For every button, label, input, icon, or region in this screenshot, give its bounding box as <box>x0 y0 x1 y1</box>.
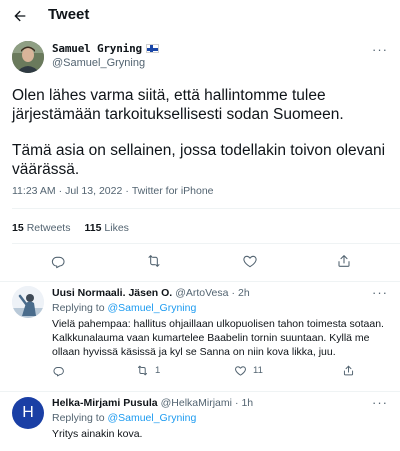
reply-text: Yritys ainakin kova. <box>52 428 143 440</box>
more-options-icon[interactable]: ··· <box>372 395 388 410</box>
reply-item[interactable]: Uusi Normaali. Jäsen O. @ArtoVesa · 2h ··· … <box>0 281 400 391</box>
retweet-button[interactable]: 1 <box>136 364 160 377</box>
reply-time[interactable]: 1h <box>241 397 253 409</box>
retweet-icon <box>137 365 148 376</box>
reply-author-name[interactable]: Helka-Mirjami Pusula <box>52 397 158 409</box>
share-icon[interactable] <box>334 251 354 271</box>
replying-to: Replying to @Samuel_Gryning <box>52 302 197 314</box>
like-icon <box>235 366 246 376</box>
finland-flag-icon <box>145 44 159 53</box>
tweet-meta: 11:23 AM · Jul 13, 2022 · Twitter for iPhone <box>12 185 214 197</box>
author-name[interactable]: Samuel Gryning <box>52 42 142 55</box>
reply-header: Helka-Mirjami Pusula @HelkaMirjami · 1h <box>52 397 254 409</box>
reply-avatar[interactable] <box>12 286 44 318</box>
divider <box>12 243 400 244</box>
author-name-row[interactable]: Samuel Gryning <box>52 42 159 55</box>
more-options-icon[interactable]: ··· <box>372 42 388 57</box>
like-count: 11 <box>253 365 263 376</box>
replying-to: Replying to @Samuel_Gryning <box>52 412 197 424</box>
back-arrow-icon[interactable] <box>10 6 30 26</box>
tweet-date[interactable]: Jul 13, 2022 <box>65 185 122 197</box>
reply-item[interactable]: H Helka-Mirjami Pusula @HelkaMirjami · 1h ·… <box>0 391 400 451</box>
retweet-count: 1 <box>155 365 161 376</box>
tweet-text: Olen lähes varma siitä, että hallintomme… <box>12 86 392 179</box>
share-icon[interactable] <box>342 364 355 377</box>
mention-link[interactable]: @Samuel_Gryning <box>107 302 196 314</box>
tweet-action-bar <box>0 251 400 273</box>
reply-icon[interactable] <box>52 364 65 377</box>
more-options-icon[interactable]: ··· <box>372 285 388 300</box>
like-icon[interactable] <box>240 251 260 271</box>
tweet-paragraph: Tämä asia on sellainen, jossa todellakin… <box>12 142 386 178</box>
reply-author-handle[interactable]: @HelkaMirjami <box>161 397 232 409</box>
tweet-paragraph: Olen lähes varma siitä, että hallintomme… <box>12 87 344 123</box>
reply-text: Vielä pahempaa: hallitus ohjaillaan ulko… <box>52 318 384 358</box>
reply-avatar[interactable]: H <box>12 397 44 429</box>
retweets-stat[interactable]: 15 Retweets <box>12 222 70 234</box>
tweet-source[interactable]: Twitter for iPhone <box>132 185 214 197</box>
reply-author-handle[interactable]: @ArtoVesa <box>175 287 228 299</box>
reply-action-bar: 1 11 <box>52 364 382 378</box>
tweet-stats: 15 Retweets 115 Likes <box>12 222 129 234</box>
top-bar: Tweet <box>0 0 400 32</box>
mention-link[interactable]: @Samuel_Gryning <box>107 412 196 424</box>
reply-icon[interactable] <box>48 251 68 271</box>
author-avatar[interactable] <box>12 41 44 73</box>
tweet-time[interactable]: 11:23 AM <box>12 185 56 197</box>
reply-header: Uusi Normaali. Jäsen O. @ArtoVesa · 2h <box>52 287 250 299</box>
divider <box>12 208 400 209</box>
reply-author-name[interactable]: Uusi Normaali. Jäsen O. <box>52 287 172 299</box>
author-handle[interactable]: @Samuel_Gryning <box>52 57 145 69</box>
likes-stat[interactable]: 115 Likes <box>84 222 128 234</box>
retweet-icon[interactable] <box>144 251 164 271</box>
page-title: Tweet <box>48 6 90 23</box>
like-button[interactable]: 11 <box>234 364 263 377</box>
reply-time[interactable]: 2h <box>238 287 250 299</box>
